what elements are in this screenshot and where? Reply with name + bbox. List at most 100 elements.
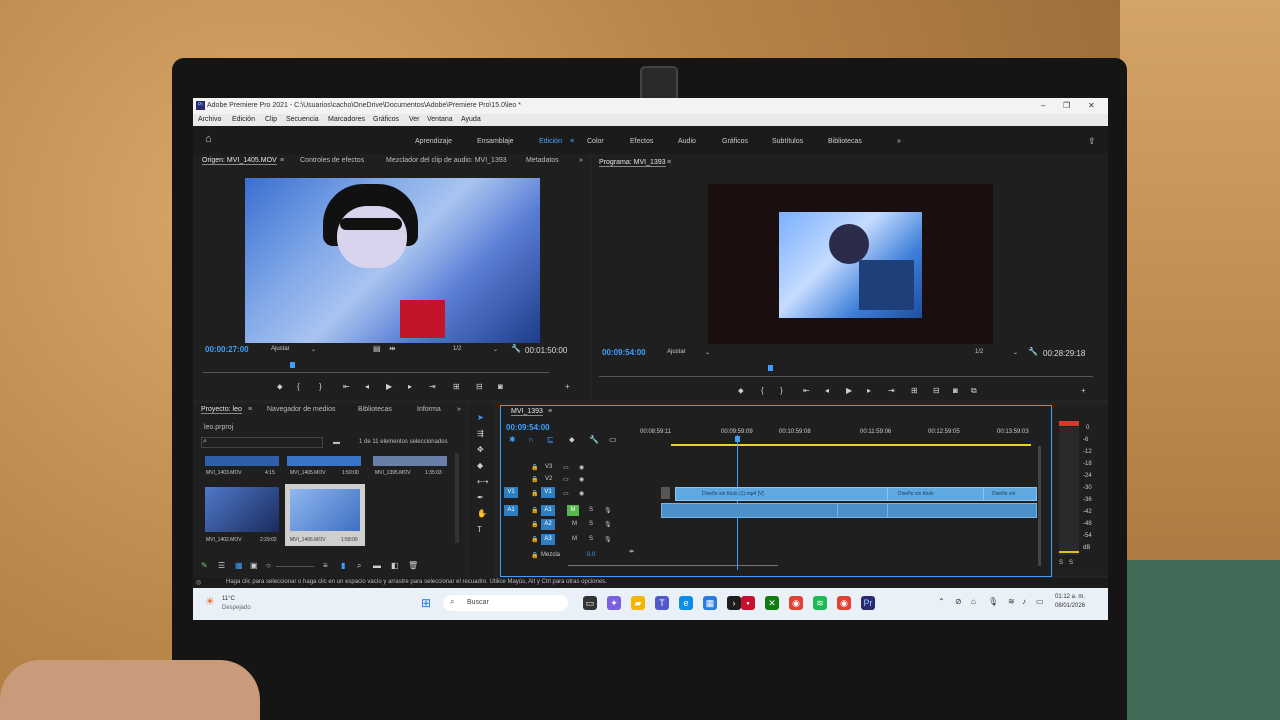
snap-icon[interactable]: ✱ — [509, 435, 516, 444]
slip-tool-icon[interactable]: ⟷ — [477, 477, 488, 486]
project-thumbnail[interactable] — [287, 456, 361, 466]
source-go-in-icon[interactable]: ⇤ — [343, 382, 350, 391]
program-menu-icon[interactable]: ≡ — [667, 159, 671, 166]
program-go-in-icon[interactable]: ⇤ — [803, 386, 810, 395]
icon-view-icon[interactable]: ▦ — [235, 561, 243, 570]
source-wrench-icon[interactable]: 🔧 — [511, 344, 521, 353]
solo-right-button[interactable]: S — [1069, 560, 1073, 566]
clock-date[interactable]: 08/01/2026 — [1055, 603, 1085, 609]
tray-chevron-icon[interactable]: ⌃ — [938, 597, 945, 606]
mute-button[interactable]: M — [572, 536, 577, 542]
project-thumbnail[interactable] — [205, 456, 279, 466]
zoom-slider[interactable] — [276, 566, 314, 567]
nest-icon[interactable]: ⊑ — [547, 435, 554, 444]
audio-clip[interactable] — [837, 503, 889, 518]
source-patch-a1[interactable]: A1 — [504, 505, 518, 516]
program-mark-in-icon[interactable]: { — [761, 386, 764, 395]
work-area-bar[interactable] — [671, 444, 1031, 446]
source-drag-icon[interactable]: ⇹ — [389, 344, 396, 353]
eye-icon[interactable]: ◉ — [579, 476, 584, 483]
tab-info[interactable]: Informa — [417, 406, 441, 413]
freeform-view-icon[interactable]: ▣ — [250, 561, 258, 570]
mic-icon[interactable]: 🎙 — [604, 536, 612, 543]
app-icon[interactable]: ▪ — [741, 596, 755, 610]
tab-efectos[interactable]: Efectos — [630, 138, 653, 145]
source-timecode[interactable]: 00:00:27:00 — [205, 345, 249, 354]
mix-lock-icon[interactable]: 🔒 — [531, 552, 538, 559]
source-menu-icon[interactable]: ≡ — [280, 157, 284, 164]
weather-icon[interactable]: ☀ — [205, 595, 215, 608]
program-resolution-select[interactable]: 1/2 — [975, 349, 983, 355]
source-video-frame[interactable] — [245, 178, 540, 343]
program-playhead[interactable] — [768, 365, 773, 371]
tab-color[interactable]: Color — [587, 138, 604, 145]
source-patch-v1[interactable]: V1 — [504, 487, 518, 498]
project-thumbnail[interactable] — [205, 487, 279, 532]
project-scrollbar[interactable] — [455, 453, 459, 543]
tab-audio-clip-mixer[interactable]: Mezclador del clip de audio: MVI_1393 — [386, 157, 507, 164]
source-resolution-chevron-icon[interactable]: ⌄ — [493, 346, 498, 353]
solo-button[interactable]: S — [589, 521, 593, 527]
source-play-icon[interactable]: ▶ — [386, 382, 392, 391]
lock-icon[interactable]: 🔒 — [531, 476, 538, 483]
project-menu-icon[interactable]: ≡ — [248, 406, 252, 413]
source-fit-select[interactable]: Ajustar — [271, 346, 290, 352]
tab-metadata[interactable]: Metadatos — [526, 157, 559, 164]
source-overwrite-icon[interactable]: ⊟ — [476, 382, 483, 391]
new-bin-icon[interactable]: ▬ — [333, 439, 340, 446]
panel-more-icon[interactable]: » — [579, 157, 583, 164]
source-settings-icon[interactable]: ▤ — [373, 344, 381, 353]
store-icon[interactable]: ▦ — [703, 596, 717, 610]
lock-icon[interactable]: 🔒 — [531, 536, 538, 543]
new-item-icon[interactable]: ◧ — [391, 561, 399, 570]
source-playhead[interactable] — [290, 362, 295, 368]
pen-tool-icon[interactable]: ✒ — [477, 493, 484, 502]
video-clip[interactable]: Diseño sin — [983, 487, 1037, 501]
minimize-button[interactable]: – — [1041, 101, 1045, 110]
solo-button[interactable]: S — [589, 536, 593, 542]
menu-ver[interactable]: Ver — [409, 116, 420, 123]
type-tool-icon[interactable]: T — [477, 525, 482, 534]
timeline-playhead-handle[interactable] — [735, 436, 740, 442]
automate-icon[interactable]: ▮ — [341, 561, 345, 570]
eye-icon[interactable]: ◉ — [579, 464, 584, 471]
timeline-settings-icon[interactable]: 🔧 — [589, 435, 599, 444]
menu-ventana[interactable]: Ventana — [427, 116, 453, 123]
tab-graficos[interactable]: Gráficos — [722, 138, 748, 145]
eye-icon[interactable]: ◉ — [579, 490, 584, 497]
mic-icon[interactable]: 🎙 — [604, 521, 612, 528]
taskbar-search-input[interactable]: ⌕ Buscar — [443, 595, 568, 611]
source-marker-icon[interactable]: ⬥ — [277, 382, 283, 392]
sync-lock-icon[interactable]: ▭ — [563, 476, 569, 483]
timeline-timecode[interactable]: 00:09:54:00 — [506, 423, 550, 432]
mute-button-a1[interactable]: M — [567, 505, 579, 516]
program-mark-out-icon[interactable]: } — [780, 386, 783, 395]
add-marker-icon[interactable]: ⬥ — [569, 435, 575, 445]
spotify-icon[interactable]: ≋ — [813, 596, 827, 610]
program-wrench-icon[interactable]: 🔧 — [1028, 347, 1038, 356]
clip-fragment[interactable] — [661, 487, 670, 499]
project-more-icon[interactable]: » — [457, 406, 461, 413]
program-extract-icon[interactable]: ⊟ — [933, 386, 940, 395]
program-play-icon[interactable]: ▶ — [846, 386, 852, 395]
tab-subtitulos[interactable]: Subtítulos — [772, 138, 803, 145]
source-go-out-icon[interactable]: ⇥ — [429, 382, 436, 391]
battery-icon[interactable]: ▭ — [1036, 597, 1044, 606]
source-resolution-select[interactable]: 1/2 — [453, 346, 461, 352]
menu-archivo[interactable]: Archivo — [198, 116, 221, 123]
program-fit-select[interactable]: Ajustar — [667, 349, 686, 355]
tab-libraries[interactable]: Bibliotecas — [358, 406, 392, 413]
mix-chevron-icon[interactable]: ⇹ — [629, 548, 634, 555]
program-lift-icon[interactable]: ⊞ — [911, 386, 918, 395]
menu-marcadores[interactable]: Marcadores — [328, 116, 365, 123]
source-insert-icon[interactable]: ⊞ — [453, 382, 460, 391]
share-icon[interactable]: ⇪ — [1088, 136, 1096, 147]
track-select-tool-icon[interactable]: ⇶ — [477, 429, 484, 438]
chrome-icon[interactable]: ◉ — [789, 596, 803, 610]
sync-lock-icon[interactable]: ▭ — [563, 490, 569, 497]
solo-button[interactable]: S — [589, 507, 593, 513]
chrome-profile-icon[interactable]: ◉ — [837, 596, 851, 610]
captions-icon[interactable]: ▭ — [609, 435, 617, 444]
program-resolution-chevron-icon[interactable]: ⌄ — [1013, 349, 1018, 356]
zoom-slider-icon[interactable]: ○ — [266, 561, 271, 570]
